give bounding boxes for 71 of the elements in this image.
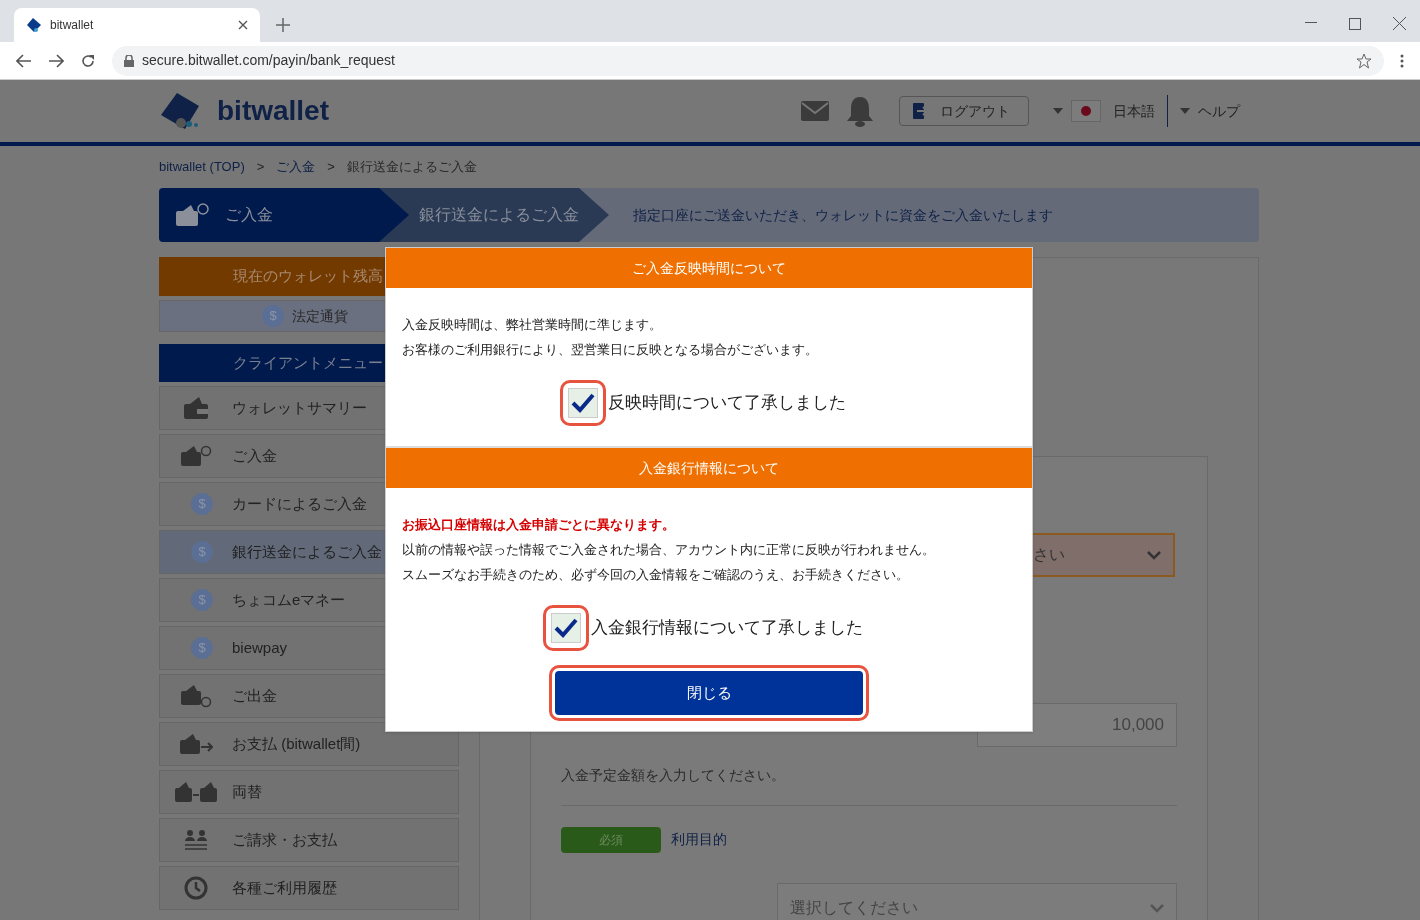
select-field[interactable]: さい (1031, 533, 1175, 577)
close-icon[interactable] (1393, 17, 1406, 30)
coin-icon: $ (191, 637, 213, 659)
maximize-icon[interactable] (1349, 18, 1361, 30)
back-icon[interactable] (16, 53, 32, 68)
star-icon[interactable] (1356, 52, 1372, 69)
tab-title: bitwallet (50, 17, 95, 34)
checkmark-icon (571, 393, 595, 413)
history-icon (183, 875, 209, 901)
minimize-icon[interactable] (1305, 22, 1317, 24)
language-selector[interactable]: 日本語 (1113, 100, 1155, 122)
logout-button[interactable]: ログアウト (899, 96, 1029, 126)
wallet-icon (183, 396, 209, 420)
wallet-icon (175, 203, 209, 227)
step-label: 銀行送金によるご入金 (419, 205, 579, 225)
breadcrumb-separator: > (327, 158, 335, 177)
menu-item[interactable]: お支払 (bitwallet間) (159, 722, 459, 766)
help-link[interactable]: ヘルプ (1198, 100, 1240, 122)
exchange-icon (174, 781, 218, 803)
checkbox[interactable] (551, 613, 581, 643)
menu-item[interactable]: 各種ご利用履歴 (159, 866, 459, 910)
coin-icon: $ (191, 493, 213, 515)
address-bar[interactable]: secure.bitwallet.com/payin/bank_request (112, 45, 1384, 76)
bell-icon[interactable] (845, 95, 875, 127)
chevron-down-icon (1147, 550, 1161, 560)
coin-icon: $ (191, 541, 213, 563)
coin-icon: $ (262, 305, 284, 327)
amount-hint: 入金予定金額を入力してください。 (561, 766, 785, 785)
body-text: お客様のご利用銀行により、翌営業日に反映となる場合がございます。 (402, 341, 819, 359)
browser-tab[interactable]: bitwallet (14, 8, 260, 42)
flag-icon (1071, 100, 1101, 122)
select-value: さい (1033, 545, 1065, 565)
section-title: ご入金反映時間について (632, 258, 786, 278)
checkbox-label[interactable]: 反映時間について了承しました (608, 390, 846, 416)
required-badge: 必須 (561, 827, 661, 853)
new-tab-icon[interactable] (276, 18, 290, 32)
breadcrumb-link[interactable]: ご入金 (276, 157, 316, 177)
step-label: ご入金 (225, 205, 273, 225)
menu-item[interactable]: ご請求・お支払 (159, 818, 459, 862)
checkbox-label[interactable]: 入金銀行情報について了承しました (591, 615, 863, 641)
breadcrumb-link[interactable]: bitwallet (TOP) (159, 157, 245, 177)
step-description: 指定口座にご送金いただき、ウォレットに資金をご入金いたします (633, 205, 1053, 225)
url-text: secure.bitwallet.com/payin/bank_request (142, 51, 396, 70)
people-icon (183, 829, 209, 851)
wallet-icon (180, 445, 212, 467)
forward-icon[interactable] (48, 53, 64, 68)
wallet-icon (179, 733, 213, 755)
close-button[interactable]: 閉じる (555, 671, 863, 715)
select-placeholder: 選択してください (790, 898, 918, 918)
breadcrumb-current: 銀行送金によるご入金 (346, 158, 477, 177)
field-label: 利用目的 (671, 830, 727, 849)
caret-icon[interactable] (1053, 108, 1063, 114)
menu-item[interactable]: 両替 (159, 770, 459, 814)
menu-icon[interactable] (1400, 53, 1404, 68)
wallet-icon (180, 684, 212, 708)
brand-name: bitwallet (217, 94, 329, 128)
mail-icon[interactable] (801, 101, 829, 121)
coin-icon: $ (191, 589, 213, 611)
caret-icon[interactable] (1180, 108, 1190, 114)
select-field[interactable]: 選択してください (777, 883, 1177, 920)
breadcrumb-separator: > (256, 158, 265, 177)
header-title: クライアントメニュー (233, 352, 383, 373)
section-title: 入金銀行情報について (639, 458, 779, 478)
close-icon[interactable] (238, 20, 248, 30)
checkbox[interactable] (568, 388, 598, 418)
lock-icon (124, 54, 134, 67)
reload-icon[interactable] (80, 52, 96, 69)
header-title: 現在のウォレット残高 (233, 266, 383, 287)
chevron-down-icon (1150, 903, 1164, 913)
logo-icon (26, 17, 42, 33)
checkmark-icon (554, 618, 578, 638)
